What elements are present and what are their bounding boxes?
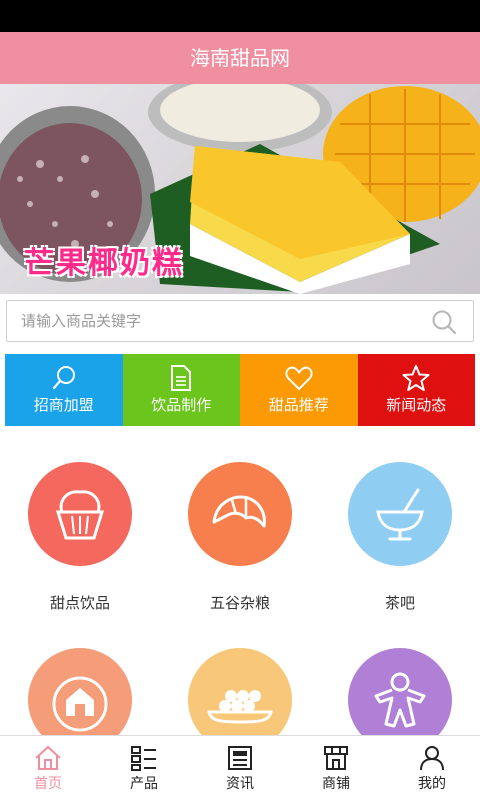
user-icon <box>420 746 444 771</box>
quick-link-join[interactable]: 招商加盟 <box>5 354 123 426</box>
drink-bowl-icon <box>348 462 452 566</box>
quick-link-label: 饮品制作 <box>151 396 212 414</box>
tab-label: 产品 <box>130 776 158 792</box>
quick-link-label: 新闻动态 <box>386 396 447 414</box>
tab-shops[interactable]: 商铺 <box>288 736 384 800</box>
home-icon <box>35 745 61 770</box>
search-icon[interactable] <box>431 309 457 335</box>
category-grains[interactable]: 五谷杂粮 <box>160 462 320 613</box>
star-icon <box>402 365 430 391</box>
tab-label: 首页 <box>34 776 62 792</box>
banner-caption: 芒果椰奶糕 <box>24 246 184 281</box>
tab-news[interactable]: 资讯 <box>192 736 288 800</box>
shop-icon <box>324 746 348 770</box>
tab-label: 资讯 <box>226 776 254 792</box>
quick-link-drinks[interactable]: 饮品制作 <box>122 354 240 426</box>
category-label: 五谷杂粮 <box>209 594 270 612</box>
tab-label: 我的 <box>418 776 446 792</box>
status-bar <box>0 0 480 32</box>
news-icon <box>228 746 252 770</box>
category-label: 茶吧 <box>384 594 415 612</box>
tab-products[interactable]: 产品 <box>96 736 192 800</box>
tab-label: 商铺 <box>322 776 350 792</box>
quick-link-news[interactable]: 新闻动态 <box>357 354 475 426</box>
search-input[interactable] <box>21 301 421 341</box>
quick-link-label: 招商加盟 <box>33 396 94 414</box>
search-bar[interactable] <box>6 300 474 342</box>
cupcake-icon <box>28 462 132 566</box>
document-icon <box>171 365 192 391</box>
heart-icon <box>285 366 313 391</box>
bottom-tab-bar: 首页 产品 资讯 商铺 我的 <box>0 735 480 800</box>
page-title: 海南甜品网 <box>0 32 480 84</box>
croissant-icon <box>188 462 292 566</box>
tab-home[interactable]: 首页 <box>0 736 96 800</box>
quick-link-desserts[interactable]: 甜品推荐 <box>240 354 358 426</box>
tab-mine[interactable]: 我的 <box>384 736 480 800</box>
category-label: 甜点饮品 <box>49 594 110 612</box>
category-tea-bar[interactable]: 茶吧 <box>320 462 480 613</box>
quick-links: 招商加盟 饮品制作 甜品推荐 新闻动态 <box>5 354 475 426</box>
category-dessert-drinks[interactable]: 甜点饮品 <box>0 462 160 613</box>
grid-list-icon <box>131 746 156 771</box>
quick-link-label: 甜品推荐 <box>268 396 329 414</box>
search-icon <box>52 366 75 390</box>
